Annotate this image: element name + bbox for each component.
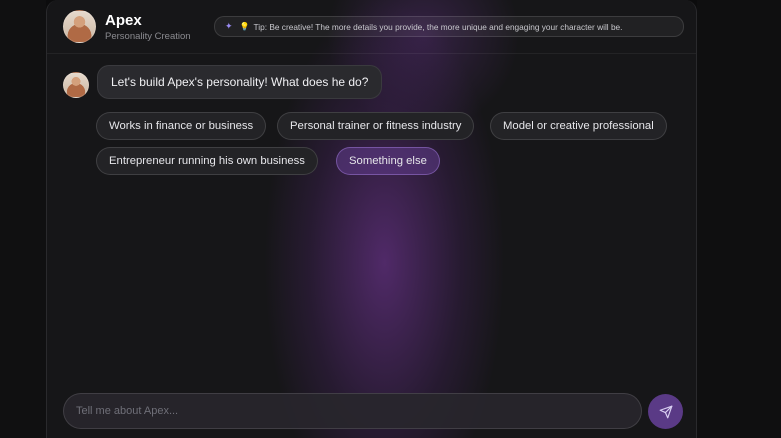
option-model[interactable]: Model or creative professional	[490, 112, 667, 140]
option-something-else[interactable]: Something else	[336, 147, 440, 175]
chat-header: Apex Personality Creation ✦ 💡 Tip: Be cr…	[47, 0, 696, 54]
sparkle-icon: ✦	[225, 21, 233, 31]
character-avatar[interactable]	[63, 10, 96, 43]
tip-text: Tip: Be creative! The more details you p…	[253, 21, 623, 32]
message-text: Let's build Apex's personality! What doe…	[111, 75, 369, 89]
option-finance[interactable]: Works in finance or business	[96, 112, 267, 140]
assistant-message: Let's build Apex's personality! What doe…	[97, 65, 383, 99]
header-subtitle: Personality Creation	[105, 31, 191, 42]
chat-panel: Apex Personality Creation ✦ 💡 Tip: Be cr…	[46, 0, 697, 438]
message-input-placeholder: Tell me about Apex...	[76, 405, 179, 417]
option-entrepreneur[interactable]: Entrepreneur running his own business	[96, 147, 318, 175]
send-button[interactable]	[648, 394, 683, 429]
option-fitness[interactable]: Personal trainer or fitness industry	[277, 112, 475, 140]
lightbulb-icon: 💡	[239, 22, 250, 31]
message-input[interactable]: Tell me about Apex...	[63, 393, 642, 429]
send-icon	[659, 405, 672, 418]
tip-banner: ✦ 💡 Tip: Be creative! The more details y…	[214, 16, 684, 37]
character-name: Apex	[105, 12, 142, 29]
page-left-margin	[0, 0, 46, 438]
message-avatar	[63, 72, 89, 98]
page-right-margin	[697, 0, 781, 438]
